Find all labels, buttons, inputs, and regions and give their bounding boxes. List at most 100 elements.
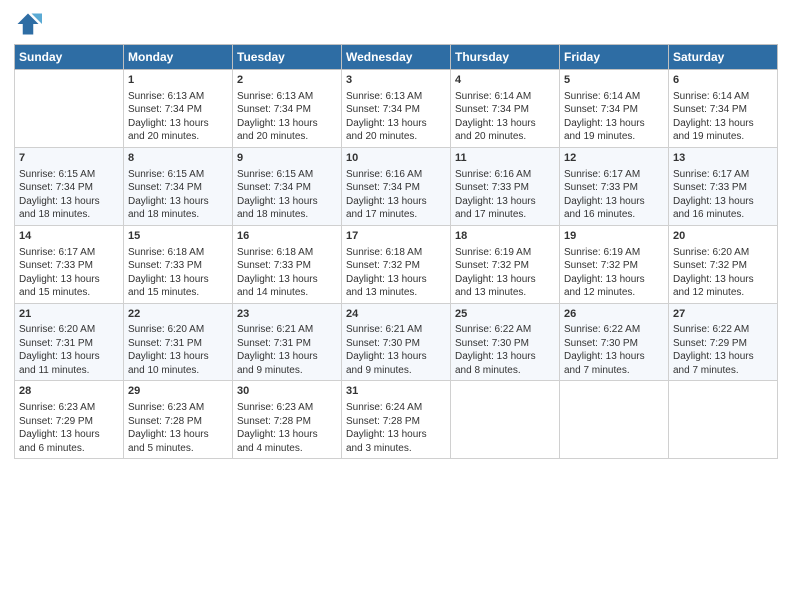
week-row-2: 7Sunrise: 6:15 AMSunset: 7:34 PMDaylight… bbox=[15, 147, 778, 225]
day-info: and 4 minutes. bbox=[237, 442, 337, 456]
day-info: Sunset: 7:33 PM bbox=[673, 181, 773, 195]
day-info: Sunrise: 6:14 AM bbox=[564, 90, 664, 104]
day-info: and 18 minutes. bbox=[19, 208, 119, 222]
day-cell: 28Sunrise: 6:23 AMSunset: 7:29 PMDayligh… bbox=[15, 381, 124, 459]
day-info: Daylight: 13 hours bbox=[346, 428, 446, 442]
week-row-3: 14Sunrise: 6:17 AMSunset: 7:33 PMDayligh… bbox=[15, 225, 778, 303]
day-info: Sunset: 7:33 PM bbox=[19, 259, 119, 273]
day-info: and 14 minutes. bbox=[237, 286, 337, 300]
day-cell: 31Sunrise: 6:24 AMSunset: 7:28 PMDayligh… bbox=[342, 381, 451, 459]
day-info: Sunset: 7:33 PM bbox=[237, 259, 337, 273]
week-row-5: 28Sunrise: 6:23 AMSunset: 7:29 PMDayligh… bbox=[15, 381, 778, 459]
col-header-tuesday: Tuesday bbox=[233, 45, 342, 70]
day-info: and 20 minutes. bbox=[346, 130, 446, 144]
day-info: Sunset: 7:34 PM bbox=[128, 103, 228, 117]
day-info: Daylight: 13 hours bbox=[128, 273, 228, 287]
day-number: 1 bbox=[128, 73, 228, 88]
week-row-4: 21Sunrise: 6:20 AMSunset: 7:31 PMDayligh… bbox=[15, 303, 778, 381]
day-info: Sunrise: 6:17 AM bbox=[564, 168, 664, 182]
day-cell: 19Sunrise: 6:19 AMSunset: 7:32 PMDayligh… bbox=[560, 225, 669, 303]
day-info: Daylight: 13 hours bbox=[128, 117, 228, 131]
day-info: Sunrise: 6:14 AM bbox=[673, 90, 773, 104]
day-cell bbox=[15, 70, 124, 148]
day-cell: 14Sunrise: 6:17 AMSunset: 7:33 PMDayligh… bbox=[15, 225, 124, 303]
day-info: Daylight: 13 hours bbox=[673, 117, 773, 131]
day-info: Daylight: 13 hours bbox=[128, 350, 228, 364]
day-number: 11 bbox=[455, 151, 555, 166]
day-info: Sunset: 7:34 PM bbox=[455, 103, 555, 117]
day-info: Daylight: 13 hours bbox=[455, 195, 555, 209]
day-cell: 10Sunrise: 6:16 AMSunset: 7:34 PMDayligh… bbox=[342, 147, 451, 225]
day-cell: 30 Sunrise: 6:23 AMSunset: 7:28 PMDayligh… bbox=[233, 381, 342, 459]
day-info: and 19 minutes. bbox=[673, 130, 773, 144]
day-info: Sunset: 7:34 PM bbox=[346, 181, 446, 195]
day-info: and 15 minutes. bbox=[19, 286, 119, 300]
col-header-thursday: Thursday bbox=[451, 45, 560, 70]
day-cell: 15Sunrise: 6:18 AMSunset: 7:33 PMDayligh… bbox=[124, 225, 233, 303]
day-info: and 20 minutes. bbox=[128, 130, 228, 144]
day-info: Daylight: 13 hours bbox=[564, 273, 664, 287]
col-header-monday: Monday bbox=[124, 45, 233, 70]
day-info: Daylight: 13 hours bbox=[455, 350, 555, 364]
day-info: Sunrise: 6:23 AM bbox=[19, 401, 119, 415]
day-info: Sunrise: 6:21 AM bbox=[237, 323, 337, 337]
day-info: Sunrise: 6:16 AM bbox=[455, 168, 555, 182]
day-cell: 25Sunrise: 6:22 AMSunset: 7:30 PMDayligh… bbox=[451, 303, 560, 381]
day-info: Sunset: 7:33 PM bbox=[128, 259, 228, 273]
day-number: 6 bbox=[673, 73, 773, 88]
day-info: Daylight: 13 hours bbox=[128, 195, 228, 209]
day-info: Sunrise: 6:17 AM bbox=[19, 246, 119, 260]
day-info: Sunrise: 6:16 AM bbox=[346, 168, 446, 182]
day-cell bbox=[560, 381, 669, 459]
day-info: Sunset: 7:33 PM bbox=[564, 181, 664, 195]
col-header-wednesday: Wednesday bbox=[342, 45, 451, 70]
day-info: and 12 minutes. bbox=[564, 286, 664, 300]
day-info: Daylight: 13 hours bbox=[237, 195, 337, 209]
day-number: 12 bbox=[564, 151, 664, 166]
day-cell: 5Sunrise: 6:14 AMSunset: 7:34 PMDaylight… bbox=[560, 70, 669, 148]
day-info: Sunset: 7:34 PM bbox=[128, 181, 228, 195]
day-info: Sunset: 7:30 PM bbox=[346, 337, 446, 351]
page: SundayMondayTuesdayWednesdayThursdayFrid… bbox=[0, 0, 792, 612]
col-header-saturday: Saturday bbox=[669, 45, 778, 70]
day-number: 29 bbox=[128, 384, 228, 399]
day-cell: 11Sunrise: 6:16 AMSunset: 7:33 PMDayligh… bbox=[451, 147, 560, 225]
day-info: Sunset: 7:28 PM bbox=[128, 415, 228, 429]
day-info: Sunrise: 6:21 AM bbox=[346, 323, 446, 337]
col-header-sunday: Sunday bbox=[15, 45, 124, 70]
col-header-friday: Friday bbox=[560, 45, 669, 70]
day-info: and 20 minutes. bbox=[455, 130, 555, 144]
day-number: 24 bbox=[346, 307, 446, 322]
day-cell: 20Sunrise: 6:20 AMSunset: 7:32 PMDayligh… bbox=[669, 225, 778, 303]
day-info: Daylight: 13 hours bbox=[673, 273, 773, 287]
day-cell: 26Sunrise: 6:22 AMSunset: 7:30 PMDayligh… bbox=[560, 303, 669, 381]
day-info: and 12 minutes. bbox=[673, 286, 773, 300]
day-info: Daylight: 13 hours bbox=[346, 117, 446, 131]
day-info: Daylight: 13 hours bbox=[673, 195, 773, 209]
day-info: Sunset: 7:28 PM bbox=[346, 415, 446, 429]
day-info: Sunrise: 6:23 AM bbox=[128, 401, 228, 415]
day-info: and 18 minutes. bbox=[237, 208, 337, 222]
day-number: 14 bbox=[19, 229, 119, 244]
day-info: Sunset: 7:29 PM bbox=[19, 415, 119, 429]
header bbox=[14, 10, 778, 38]
day-number: 23 bbox=[237, 307, 337, 322]
day-info: Daylight: 13 hours bbox=[237, 350, 337, 364]
calendar-table: SundayMondayTuesdayWednesdayThursdayFrid… bbox=[14, 44, 778, 459]
day-info: Sunset: 7:29 PM bbox=[673, 337, 773, 351]
day-info: Sunrise: 6:19 AM bbox=[564, 246, 664, 260]
day-info: Sunset: 7:30 PM bbox=[455, 337, 555, 351]
day-info: Sunset: 7:32 PM bbox=[564, 259, 664, 273]
day-info: Sunrise: 6:24 AM bbox=[346, 401, 446, 415]
day-info: Sunrise: 6:13 AM bbox=[346, 90, 446, 104]
day-info: Sunrise: 6:23 AM bbox=[237, 401, 337, 415]
day-info: Sunset: 7:28 PM bbox=[237, 415, 337, 429]
day-number: 28 bbox=[19, 384, 119, 399]
day-number: 5 bbox=[564, 73, 664, 88]
day-number: 13 bbox=[673, 151, 773, 166]
day-number: 21 bbox=[19, 307, 119, 322]
day-cell: 7Sunrise: 6:15 AMSunset: 7:34 PMDaylight… bbox=[15, 147, 124, 225]
day-number: 20 bbox=[673, 229, 773, 244]
day-number: 30 bbox=[237, 384, 337, 399]
day-info: Daylight: 13 hours bbox=[237, 428, 337, 442]
